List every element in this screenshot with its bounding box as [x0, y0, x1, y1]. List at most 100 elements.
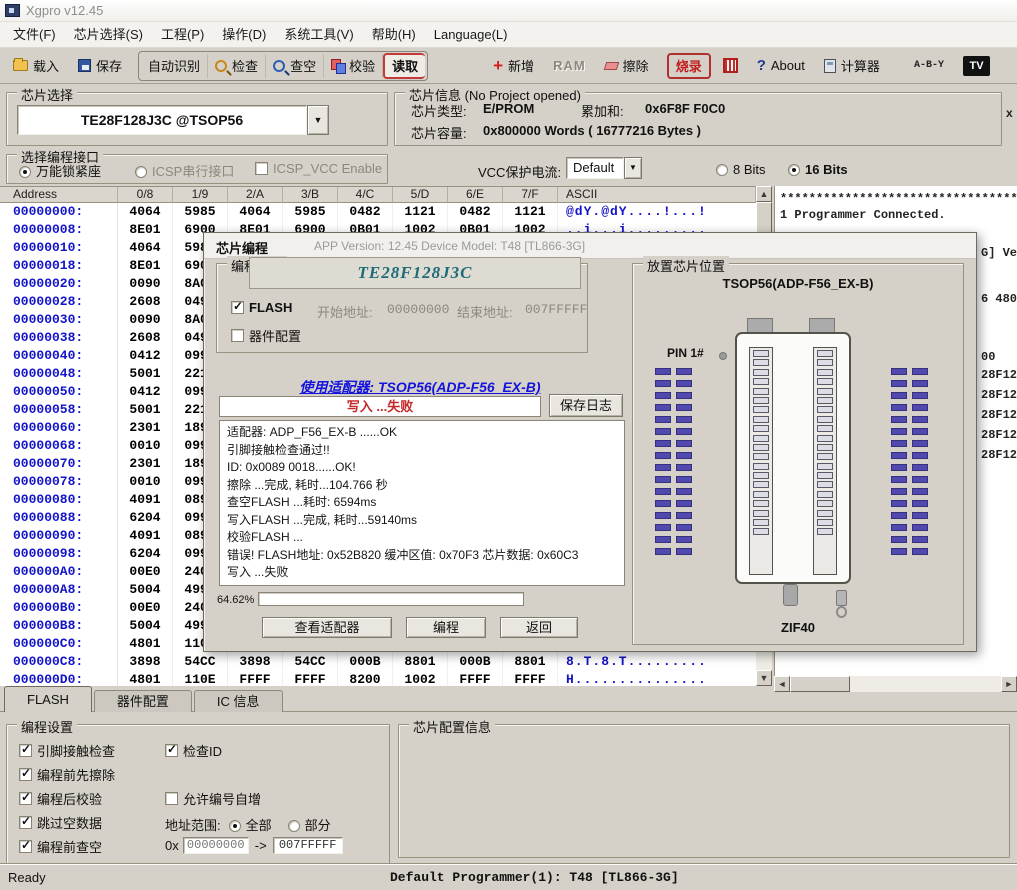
hex-value-cell[interactable]: 1121	[393, 203, 448, 221]
hex-value-cell[interactable]: FFFF	[448, 671, 503, 686]
menu-item[interactable]: 文件(F)	[4, 23, 65, 47]
addr-from-field[interactable]: 00000000	[183, 837, 249, 854]
hex-value-cell[interactable]: 5001	[118, 365, 173, 383]
erase-before-checkbox[interactable]: 编程前先擦除	[19, 765, 115, 784]
check-button[interactable]: 检查	[208, 54, 266, 78]
dialog-header[interactable]: 芯片编程 APP Version: 12.45 Device Model: T4…	[204, 233, 976, 259]
hex-scroll-up-button[interactable]: ▲	[756, 186, 772, 202]
tab-flash[interactable]: FLASH	[4, 686, 92, 712]
read-button[interactable]: 读取	[383, 53, 425, 79]
hex-value-cell[interactable]: FFFF	[503, 671, 558, 686]
hex-value-cell[interactable]: 110E	[173, 671, 228, 686]
new-button[interactable]: + 新增	[486, 52, 541, 79]
chip-select-dropdown-button[interactable]: ▼	[307, 105, 329, 135]
menu-item[interactable]: 系统工具(V)	[275, 23, 362, 47]
hex-value-cell[interactable]: FFFF	[283, 671, 338, 686]
dialog-log[interactable]: 适配器: ADP_F56_EX-B ......OK 引脚接触检查通过!! ID…	[219, 420, 625, 586]
hex-value-cell[interactable]: 2301	[118, 419, 173, 437]
hex-value-cell[interactable]: 0090	[118, 275, 173, 293]
device-config-checkbox[interactable]: 器件配置	[231, 326, 301, 345]
hex-value-cell[interactable]: 6204	[118, 545, 173, 563]
hex-value-cell[interactable]: 4091	[118, 491, 173, 509]
hex-value-cell[interactable]: 8200	[338, 671, 393, 686]
hex-value-cell[interactable]: 00E0	[118, 563, 173, 581]
hex-row[interactable]: 00000000:4064598540645985048211210482112…	[0, 203, 756, 221]
hex-value-cell[interactable]: 6204	[118, 509, 173, 527]
auto-serial-checkbox[interactable]: 允许编号自增	[165, 789, 261, 808]
hex-value-cell[interactable]: 0090	[118, 311, 173, 329]
info-scroll-right-button[interactable]: ►	[1001, 676, 1017, 692]
hex-value-cell[interactable]: 4064	[118, 239, 173, 257]
view-adapter-button[interactable]: 查看适配器	[262, 617, 392, 638]
save-log-button[interactable]: 保存日志	[549, 394, 623, 417]
ram-button[interactable]: RAM	[546, 52, 593, 79]
menu-item[interactable]: 芯片选择(S)	[65, 23, 152, 47]
hex-value-cell[interactable]: 4064	[228, 203, 283, 221]
hex-value-cell[interactable]: 54CC	[173, 653, 228, 671]
program-button[interactable]: 编程	[406, 617, 486, 638]
blank-check-button[interactable]: 查空	[266, 54, 324, 78]
erase-button[interactable]: 擦除	[598, 52, 656, 79]
hex-value-cell[interactable]: 0010	[118, 437, 173, 455]
panel-close-x[interactable]: x	[1006, 106, 1013, 120]
hex-value-cell[interactable]: 8E01	[118, 257, 173, 275]
hex-value-cell[interactable]: 2608	[118, 293, 173, 311]
logic-tool-button[interactable]: A-B-Y	[907, 52, 951, 79]
hex-value-cell[interactable]: 000B	[448, 653, 503, 671]
hex-value-cell[interactable]: 8801	[393, 653, 448, 671]
hex-value-cell[interactable]: 2301	[118, 455, 173, 473]
addr-to-field[interactable]: 007FFFFF	[273, 837, 343, 854]
vcc-dropdown-button[interactable]: ▼	[624, 157, 642, 179]
hex-value-cell[interactable]: FFFF	[228, 671, 283, 686]
bits16-radio[interactable]: 16 Bits	[788, 162, 848, 177]
hex-value-cell[interactable]: 0482	[338, 203, 393, 221]
auto-detect-button[interactable]: 自动识别	[141, 54, 208, 78]
hex-value-cell[interactable]: 0010	[118, 473, 173, 491]
hex-row[interactable]: 000000C8:389854CC389854CC000B8801000B880…	[0, 653, 756, 671]
load-button[interactable]: 载入	[6, 52, 66, 79]
hex-value-cell[interactable]: 0412	[118, 383, 173, 401]
socket-radio[interactable]: 万能锁紧座	[19, 161, 101, 180]
tv-button[interactable]: TV	[956, 52, 997, 79]
chip-select-combo[interactable]: TE28F128J3C @TSOP56	[17, 105, 307, 135]
info-scroll-thumb[interactable]	[790, 676, 850, 692]
verify-after-checkbox[interactable]: 编程后校验	[19, 789, 102, 808]
menu-item[interactable]: 操作(D)	[213, 23, 275, 47]
blank-before-checkbox[interactable]: 编程前查空	[19, 837, 102, 856]
save-button[interactable]: 保存	[71, 52, 129, 79]
hex-value-cell[interactable]: 5985	[173, 203, 228, 221]
back-button[interactable]: 返回	[500, 617, 578, 638]
info-scroll-left-button[interactable]: ◄	[774, 676, 790, 692]
flash-checkbox[interactable]: FLASH	[231, 300, 292, 315]
skip-blank-checkbox[interactable]: 跳过空数据	[19, 813, 102, 832]
hex-value-cell[interactable]: 4064	[118, 203, 173, 221]
hex-value-cell[interactable]: 8801	[503, 653, 558, 671]
hex-value-cell[interactable]: 1121	[503, 203, 558, 221]
range-all-radio[interactable]: 全部	[229, 815, 272, 834]
bits8-radio[interactable]: 8 Bits	[716, 162, 766, 177]
tab-device-config[interactable]: 器件配置	[94, 690, 192, 712]
hex-value-cell[interactable]: 5001	[118, 401, 173, 419]
hex-value-cell[interactable]: 00E0	[118, 599, 173, 617]
menu-item[interactable]: 工程(P)	[152, 23, 213, 47]
hex-value-cell[interactable]: 3898	[228, 653, 283, 671]
burn-button[interactable]: 烧录	[667, 53, 711, 79]
hex-value-cell[interactable]: 8E01	[118, 221, 173, 239]
socket-grid-button[interactable]	[716, 52, 745, 79]
hex-row[interactable]: 000000D0:4801110EFFFFFFFF82001002FFFFFFF…	[0, 671, 756, 686]
range-part-radio[interactable]: 部分	[288, 815, 331, 834]
vcc-select[interactable]: Default	[566, 157, 624, 179]
hex-value-cell[interactable]: 2608	[118, 329, 173, 347]
tab-ic-info[interactable]: IC 信息	[194, 690, 283, 712]
menu-item[interactable]: Language(L)	[425, 23, 517, 47]
hex-value-cell[interactable]: 0412	[118, 347, 173, 365]
hex-value-cell[interactable]: 0482	[448, 203, 503, 221]
verify-button[interactable]: 校验	[324, 54, 383, 78]
hex-value-cell[interactable]: 4091	[118, 527, 173, 545]
check-id-checkbox[interactable]: 检查ID	[165, 741, 222, 760]
hex-value-cell[interactable]: 5004	[118, 581, 173, 599]
hex-value-cell[interactable]: 54CC	[283, 653, 338, 671]
hex-value-cell[interactable]: 000B	[338, 653, 393, 671]
hex-value-cell[interactable]: 4801	[118, 671, 173, 686]
hex-value-cell[interactable]: 3898	[118, 653, 173, 671]
